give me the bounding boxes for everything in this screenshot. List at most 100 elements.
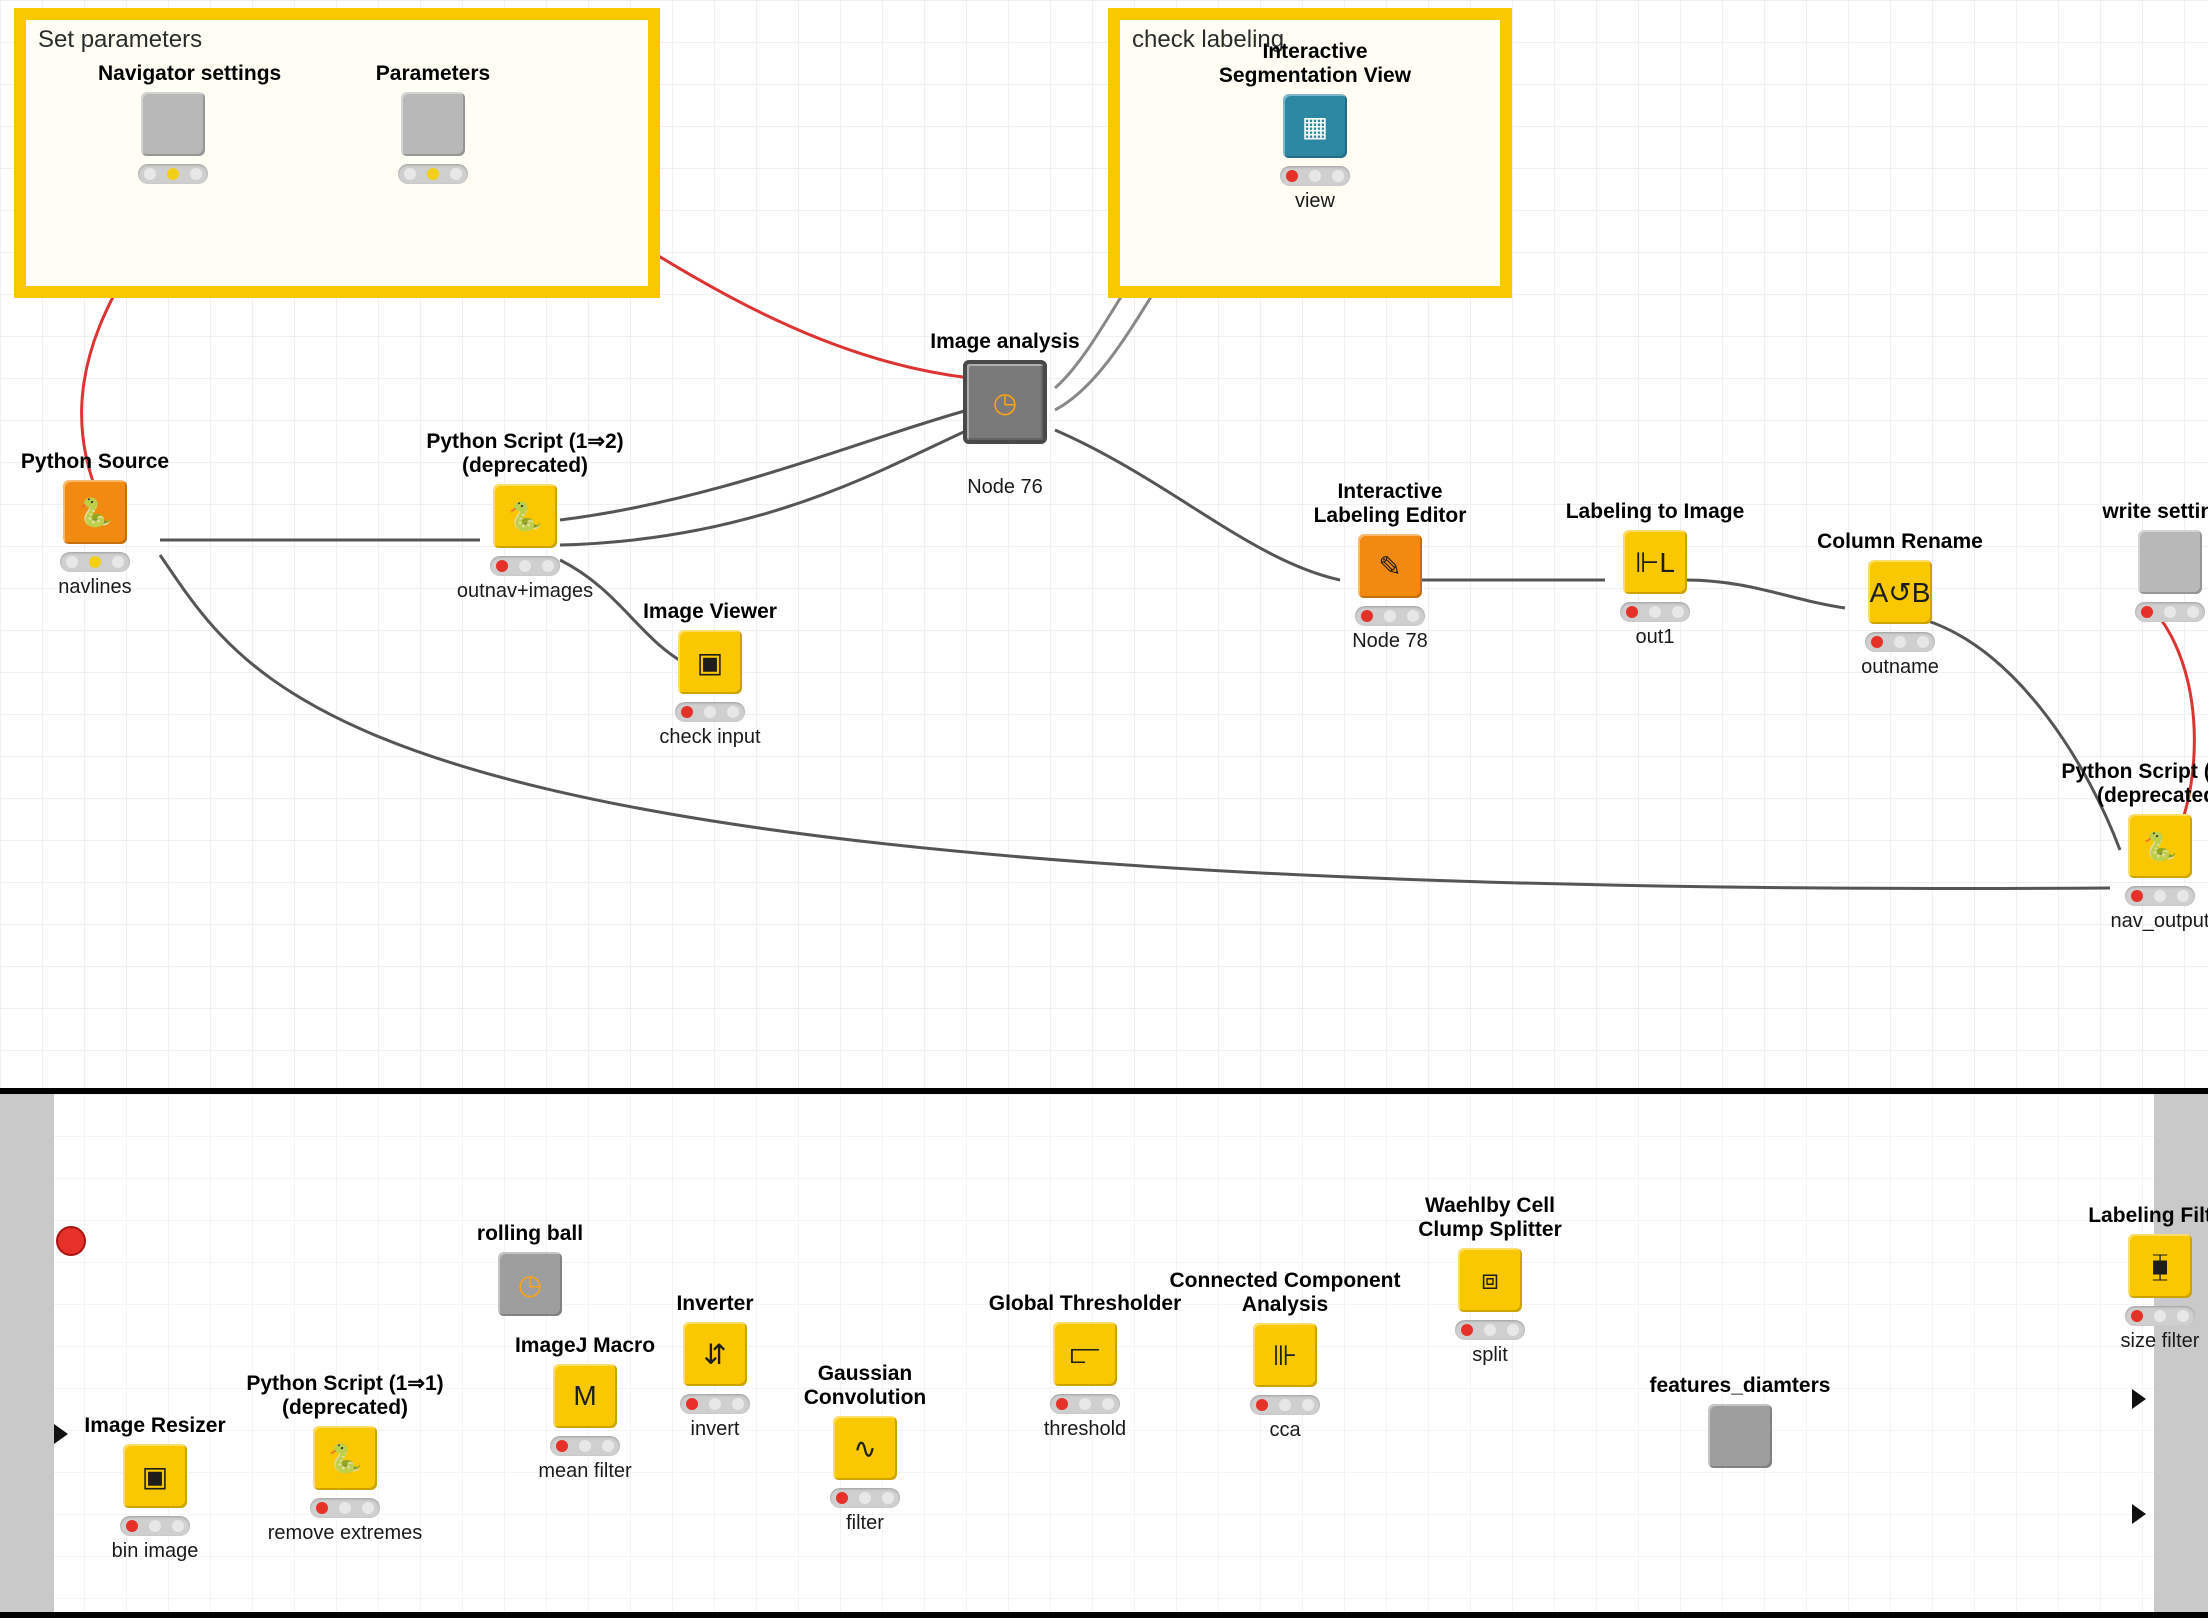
output-port[interactable]	[2132, 1504, 2146, 1524]
node-sub: mean filter	[500, 1460, 670, 1483]
node-body: ∿	[833, 1416, 897, 1480]
node-body: ◷	[963, 360, 1047, 444]
input-port[interactable]	[54, 1424, 68, 1444]
node-body: ⊪	[1253, 1323, 1317, 1387]
node-write-settings[interactable]: write settings	[2080, 500, 2208, 626]
node-sub: view	[1205, 190, 1425, 213]
metanode-input-bar[interactable]	[0, 1094, 54, 1612]
status-lights	[490, 556, 560, 576]
status-lights	[680, 1394, 750, 1414]
wave-icon: ∿	[853, 1432, 876, 1465]
status-lights	[138, 164, 208, 184]
node-body: ◷	[498, 1252, 562, 1316]
node-interactive-segmentation-view[interactable]: Interactive Segmentation View ▦ view	[1205, 40, 1425, 213]
node-title: Labeling Filter	[2060, 1204, 2208, 1228]
annotation-title: Set parameters	[38, 26, 202, 54]
node-connected-component-analysis[interactable]: Connected Component Analysis ⊪ cca	[1160, 1269, 1410, 1442]
node-image-viewer[interactable]: Image Viewer ▣ check input	[635, 600, 785, 749]
node-title: Global Thresholder	[980, 1292, 1190, 1316]
node-title: Waehlby Cell Clump Splitter	[1390, 1194, 1590, 1242]
node-image-resizer[interactable]: Image Resizer ▣ bin image	[80, 1414, 230, 1563]
node-body: ⧈	[1458, 1248, 1522, 1312]
node-title: rolling ball	[455, 1222, 605, 1246]
node-title: Python Script (1⇒1) (deprecated)	[235, 1372, 455, 1420]
node-title: Image Resizer	[80, 1414, 230, 1438]
node-sub: out1	[1555, 626, 1755, 649]
filter-icon: ⧯	[2151, 1250, 2169, 1283]
node-sub: invert	[640, 1418, 790, 1441]
resize-icon: ▣	[142, 1460, 168, 1493]
status-lights	[1280, 166, 1350, 186]
split-icon: ⧈	[1481, 1264, 1499, 1297]
node-title: Python Source	[20, 450, 170, 474]
meta-node-icon: ◷	[993, 386, 1017, 419]
status-lights	[1250, 1395, 1320, 1415]
node-sub: outnav+images	[420, 580, 630, 603]
node-rolling-ball[interactable]: rolling ball ◷	[455, 1222, 605, 1316]
output-port[interactable]	[2132, 1389, 2146, 1409]
node-python-script-1-2[interactable]: Python Script (1⇒2) (deprecated) 🐍 outna…	[420, 430, 630, 603]
node-title: Labeling to Image	[1555, 500, 1755, 524]
node-python-script-1-1[interactable]: Python Script (1⇒1) (deprecated) 🐍 remov…	[235, 1372, 455, 1545]
status-lights	[830, 1488, 900, 1508]
view-icon: ▦	[1302, 110, 1328, 143]
workflow-canvas[interactable]: Set parameters check labeling Navigator …	[0, 0, 2208, 1606]
node-sub: size filter	[2060, 1330, 2208, 1353]
node-navigator-settings[interactable]: Navigator settings	[98, 62, 248, 188]
node-image-analysis[interactable]: Image analysis ◷ Node 76	[930, 330, 1080, 499]
status-lights	[2125, 1306, 2195, 1326]
node-sub: outname	[1800, 656, 2000, 679]
status-lights	[550, 1436, 620, 1456]
node-sub: navlines	[20, 576, 170, 599]
node-inverter[interactable]: Inverter ⇵ invert	[640, 1292, 790, 1441]
node-python-source[interactable]: Python Source 🐍 navlines	[20, 450, 170, 599]
node-sub: bin image	[80, 1540, 230, 1563]
node-gaussian-convolution[interactable]: Gaussian Convolution ∿ filter	[780, 1362, 950, 1535]
node-body: ✎	[1358, 534, 1422, 598]
node-column-rename[interactable]: Column Rename A↺B outname	[1800, 530, 2000, 679]
status-lights	[1050, 1394, 1120, 1414]
node-sub: split	[1390, 1344, 1590, 1367]
node-title: features_diamters	[1630, 1374, 1850, 1398]
meta-node-icon: ◷	[518, 1268, 542, 1301]
node-body: 🐍	[63, 480, 127, 544]
node-body: 🐍	[2128, 814, 2192, 878]
node-title: Navigator settings	[98, 62, 248, 86]
node-sub: threshold	[980, 1418, 1190, 1441]
node-sub: cca	[1160, 1419, 1410, 1442]
node-title: Python Script (1⇒2) (deprecated)	[420, 430, 630, 478]
cca-icon: ⊪	[1273, 1339, 1297, 1372]
python-icon: 🐍	[78, 496, 113, 529]
node-global-thresholder[interactable]: Global Thresholder ⫍ threshold	[980, 1292, 1190, 1441]
node-parameters[interactable]: Parameters	[358, 62, 508, 188]
node-title: Gaussian Convolution	[780, 1362, 950, 1410]
node-title: Python Script (2⇒2) (deprecated)	[2050, 760, 2208, 808]
node-title: Interactive Labeling Editor	[1290, 480, 1490, 528]
node-sub: remove extremes	[235, 1522, 455, 1545]
status-lights	[398, 164, 468, 184]
node-title: Image Viewer	[635, 600, 785, 624]
status-lights	[675, 702, 745, 722]
status-lights	[1865, 632, 1935, 652]
node-body: 🐍	[493, 484, 557, 548]
node-body: ▦	[1283, 94, 1347, 158]
node-labeling-filter[interactable]: Labeling Filter ⧯ size filter	[2060, 1204, 2208, 1353]
node-sub: filter	[780, 1512, 950, 1535]
node-sub: nav_output	[2050, 910, 2208, 933]
bottom-panel: Image Resizer ▣ bin image Python Script …	[0, 1088, 2208, 1618]
node-labeling-to-image[interactable]: Labeling to Image ⊩L out1	[1555, 500, 1755, 649]
status-lights	[2135, 602, 2205, 622]
status-lights	[1620, 602, 1690, 622]
node-waehlby-splitter[interactable]: Waehlby Cell Clump Splitter ⧈ split	[1390, 1194, 1590, 1367]
node-python-script-2-2[interactable]: Python Script (2⇒2) (deprecated) 🐍 nav_o…	[2050, 760, 2208, 933]
node-interactive-labeling-editor[interactable]: Interactive Labeling Editor ✎ Node 78	[1290, 480, 1490, 653]
invert-icon: ⇵	[703, 1338, 726, 1371]
status-lights	[310, 1498, 380, 1518]
flow-var-input-port[interactable]	[58, 1228, 84, 1254]
node-sub: Node 76	[930, 476, 1080, 499]
node-body: ▣	[678, 630, 742, 694]
node-body: ⧯	[2128, 1234, 2192, 1298]
label-icon: ⊩L	[1635, 546, 1675, 579]
node-features-diameters[interactable]: features_diamters	[1630, 1374, 1850, 1468]
node-body: M	[553, 1364, 617, 1428]
